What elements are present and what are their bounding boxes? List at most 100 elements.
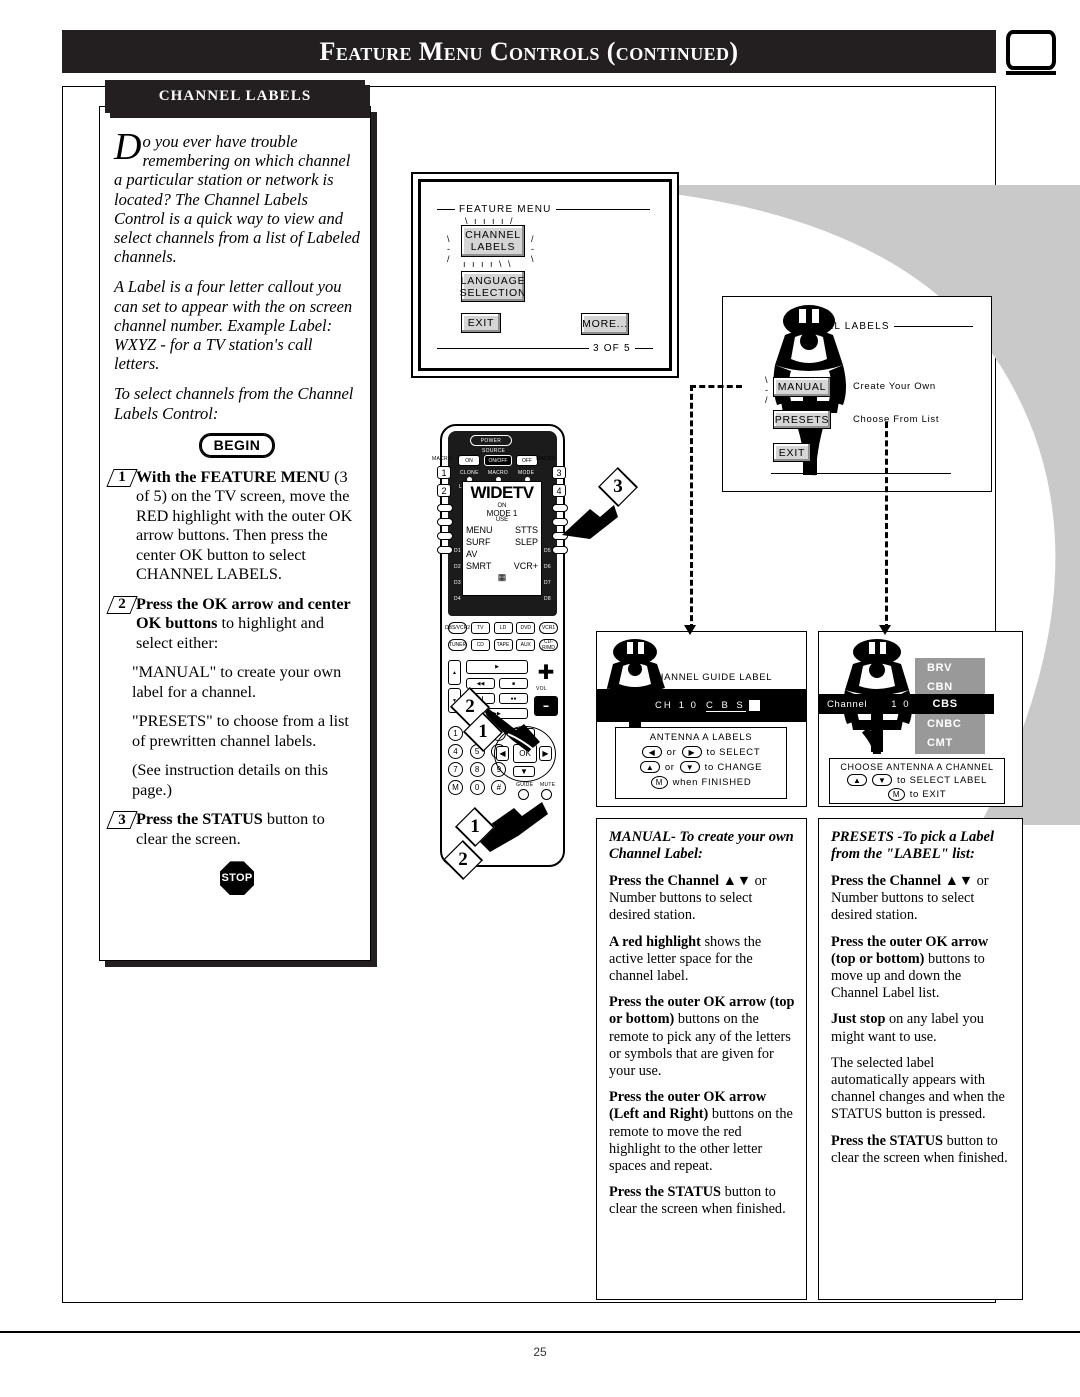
lcd-row-4: SMRT VCR+ bbox=[463, 560, 541, 572]
guide-label-hint-box: ANTENNA A LABELS ◀ or ▶ to SELECT ▲ or ▼… bbox=[615, 727, 787, 799]
preset-label-brv[interactable]: BRV bbox=[927, 662, 952, 674]
feature-menu-page-row: 3 OF 5 bbox=[437, 343, 653, 354]
lcd-item-vcrplus[interactable]: VCR+ bbox=[514, 560, 538, 572]
remote-softkey-l4[interactable] bbox=[437, 546, 453, 554]
connector-down-right bbox=[885, 422, 888, 630]
callout-1-upper: 1 bbox=[460, 717, 506, 747]
panel-tab: CHANNEL LABELS bbox=[105, 80, 365, 113]
guide-label-letters[interactable]: C B S bbox=[705, 700, 746, 712]
preset-hint-row-1: ▲ ▼ to SELECT LABEL bbox=[830, 774, 1004, 786]
hint-text-3: when FINISHED bbox=[672, 777, 752, 788]
page-number: 25 bbox=[533, 1345, 547, 1359]
presets-para-2: Press the outer OK arrow (top or bottom)… bbox=[831, 934, 1012, 1003]
osd-button-exit-2[interactable]: EXIT bbox=[773, 443, 811, 462]
intro-paragraph-2: A Label is a four letter callout you can… bbox=[114, 277, 353, 374]
led-label-clone: CLONE bbox=[460, 470, 479, 476]
preset-label-cbn[interactable]: CBN bbox=[927, 681, 953, 693]
remote-device-vcr1[interactable]: VCR1 bbox=[539, 622, 558, 634]
osd-button-exit[interactable]: EXIT bbox=[461, 313, 501, 333]
guide-label-hint-row-1: ◀ or ▶ to SELECT bbox=[616, 746, 786, 758]
remote-device-dvd[interactable]: DVD bbox=[516, 622, 536, 634]
lcd-row-1: MENU STTS bbox=[463, 524, 541, 536]
remote-device-tv[interactable]: TV bbox=[470, 622, 490, 634]
remote-button-off[interactable]: OFF bbox=[516, 455, 538, 466]
osd-button-more[interactable]: MORE... bbox=[581, 313, 629, 335]
remote-side-key-1[interactable]: 1 bbox=[437, 466, 451, 479]
lcd-use: USE bbox=[495, 517, 509, 523]
preset-hint-m-key-icon: M bbox=[887, 788, 905, 801]
lcd-item-stts[interactable]: STTS bbox=[515, 524, 538, 536]
presets-para-3: Just stop on any label you might want to… bbox=[831, 1011, 1012, 1045]
macro-label-right: MACRO bbox=[536, 456, 557, 462]
lcd-code-d3: D3 bbox=[454, 580, 461, 586]
remote-device-tuner[interactable]: TUNER bbox=[448, 639, 467, 651]
lcd-brand: WIDETV bbox=[470, 483, 534, 502]
callout-3: 3 bbox=[595, 472, 641, 502]
lcd-item-surf[interactable]: SURF bbox=[466, 536, 491, 548]
begin-badge: BEGIN bbox=[199, 433, 275, 457]
preset-label-cmt[interactable]: CMT bbox=[927, 737, 953, 749]
sparkle-right: / - \ bbox=[531, 234, 536, 264]
stop-badge-wrapper: STOP bbox=[114, 861, 360, 896]
guide-label-hint-row-2: ▲ or ▼ to CHANGE bbox=[616, 761, 786, 773]
preset-label-cnbc[interactable]: CNBC bbox=[927, 718, 962, 730]
hint-or-1: or bbox=[666, 746, 677, 758]
remote-device-ld[interactable]: LD bbox=[493, 622, 513, 634]
osd-button-channel-labels[interactable]: CHANNEL LABELS bbox=[461, 225, 525, 257]
remote-channel-up[interactable]: ▲ bbox=[448, 660, 461, 685]
preset-label-cbs-selected[interactable]: CBS bbox=[933, 698, 958, 710]
lcd-item-av[interactable]: AV bbox=[466, 548, 477, 560]
remote-device-cd[interactable]: CD bbox=[470, 639, 490, 651]
osd-button-presets[interactable]: PRESETS bbox=[773, 410, 831, 429]
hint-text-1: to SELECT bbox=[706, 746, 761, 758]
remote-button-on[interactable]: ON bbox=[458, 455, 480, 466]
step-2-option-manual: "MANUAL" to create your own label for a … bbox=[132, 663, 342, 701]
feature-menu-page-indicator: 3 OF 5 bbox=[592, 343, 631, 354]
presets-note: Choose From List bbox=[853, 414, 940, 425]
remote-device-dbs-vcr2[interactable]: DBS/VCR2 bbox=[445, 622, 470, 634]
remote-volume-up[interactable]: ✚ bbox=[534, 660, 558, 684]
feature-menu-title-row: FEATURE MENU bbox=[437, 204, 651, 215]
page-header-bar: Feature Menu Controls (continued) bbox=[62, 30, 996, 73]
remote-side-key-2[interactable]: 2 bbox=[437, 484, 451, 497]
remote-key-7[interactable]: 7 bbox=[448, 762, 463, 777]
remote-side-key-3[interactable]: 3 bbox=[552, 466, 566, 479]
guide-label-hint-row-3: M when FINISHED bbox=[616, 776, 786, 789]
rule-right bbox=[555, 209, 651, 210]
step-1: 1 With the FEATURE MENU (3 of 5) on the … bbox=[118, 467, 360, 585]
arrow-to-list-screen bbox=[879, 625, 891, 635]
manual-para-5: Press the STATUS button to clear the scr… bbox=[609, 1184, 796, 1218]
remote-play-button[interactable]: ▶ bbox=[466, 660, 528, 674]
lcd-item-menu[interactable]: MENU bbox=[466, 524, 493, 536]
panel-tab-label: CHANNEL LABELS bbox=[158, 88, 312, 104]
remote-softkey-l2[interactable] bbox=[437, 518, 453, 526]
intro-paragraph-1: Do you ever have trouble remembering on … bbox=[114, 128, 360, 266]
preset-hint-box: CHOOSE ANTENNA A CHANNEL ▲ ▼ to SELECT L… bbox=[829, 758, 1005, 804]
remote-stop-button[interactable]: ■ bbox=[499, 678, 528, 689]
remote-device-aux[interactable]: AUX bbox=[516, 639, 536, 651]
tv-screen-preset-list: BRV CBN Channel 1 0 CBS CNBC CMT CHOOSE … bbox=[818, 631, 1023, 807]
rule-page-right bbox=[634, 348, 653, 349]
tv-screen-guide-label: CHANNEL GUIDE LABEL CH 1 0 C B S ANTENNA… bbox=[596, 631, 807, 807]
lcd-item-slep[interactable]: SLEP bbox=[515, 536, 538, 548]
remote-key-m[interactable]: M bbox=[448, 780, 463, 795]
remote-lcd-display[interactable]: WIDETV ON MODE 1 USE MENU STTS SURF SLEP… bbox=[462, 481, 542, 596]
remote-button-onoff[interactable]: ON/OFF bbox=[484, 455, 512, 466]
presets-para-4: The selected label automatically appears… bbox=[831, 1054, 1005, 1123]
remote-device-tape[interactable]: TAPE bbox=[493, 639, 513, 651]
osd-button-language-selection[interactable]: LANGUAGE SELECTION bbox=[460, 271, 526, 302]
step-2-option-presets: "PRESETS" to choose from a list of prewr… bbox=[132, 712, 349, 750]
step-3-number: 3 bbox=[110, 810, 144, 830]
preset-selected-row: Channel 1 0 CBS bbox=[819, 694, 994, 714]
step-1-bold: With the FEATURE MENU bbox=[136, 467, 331, 486]
callout-1-lower: 1 bbox=[452, 812, 498, 842]
callout-2-lower: 2 bbox=[440, 845, 486, 875]
lcd-code-d8: D8 bbox=[544, 596, 551, 602]
remote-softkey-l3[interactable] bbox=[437, 532, 453, 540]
osd-button-manual[interactable]: MANUAL bbox=[773, 377, 831, 397]
lcd-item-smrt[interactable]: SMRT bbox=[466, 560, 491, 572]
remote-device-cdr-md[interactable]: CD-R/MD bbox=[539, 639, 558, 651]
remote-softkey-l1[interactable] bbox=[437, 504, 453, 512]
source-label: SOURCE bbox=[482, 448, 506, 454]
hint-up-arrow-icon: ▲ bbox=[639, 761, 660, 773]
